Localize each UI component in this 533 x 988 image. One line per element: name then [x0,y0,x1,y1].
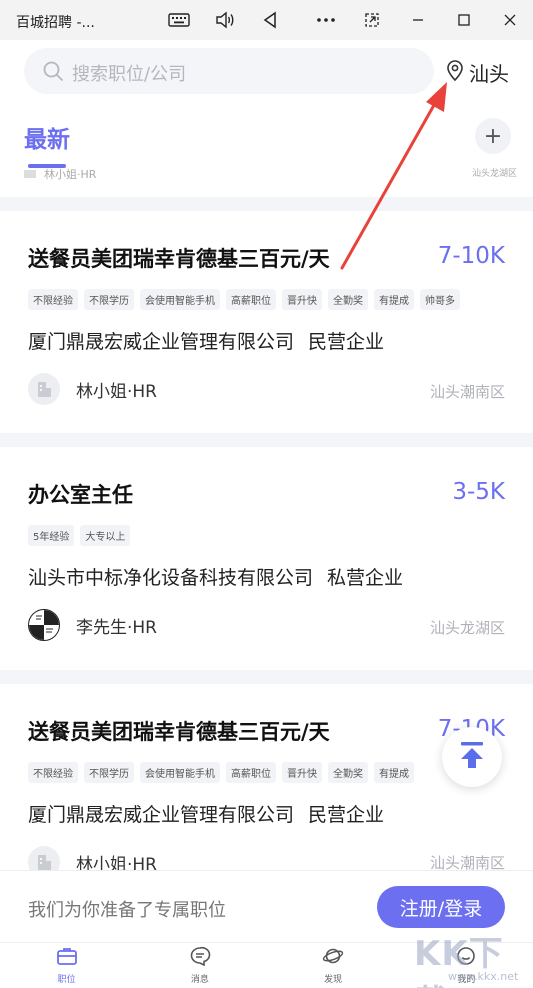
location-selector[interactable]: 汕头 [445,58,509,87]
job-title: 办公室主任 [28,483,133,507]
job-tag: 会使用智能手机 [140,289,220,310]
job-tag: 不限经验 [28,762,78,783]
avatar [28,609,60,641]
minimize-icon[interactable] [403,6,433,34]
company-line: 厦门鼎晟宏威企业管理有限公司 民营企业 [28,327,384,354]
job-tag: 会使用智能手机 [140,762,220,783]
window-titlebar: 百城招聘 -... [0,0,533,40]
tab-latest[interactable]: 最新 [24,120,70,154]
search-icon [42,60,64,86]
card-divider [0,433,533,447]
arrow-up-to-top-icon [459,741,485,773]
job-tag: 不限学历 [84,762,134,783]
job-salary: 7-10K [437,243,505,269]
avatar [24,170,36,178]
job-card[interactable]: 送餐员美团瑞幸肯德基三百元/天 7-10K 不限经验 不限学历 会使用智能手机 … [0,211,533,433]
more-dots-icon[interactable] [311,6,341,34]
job-tag: 大专以上 [80,525,131,546]
location-label: 汕头 [469,62,509,86]
recruiter-row: 林小姐·HR [28,373,157,405]
peek-recruiter-name: 林小姐·HR [44,168,97,181]
job-tag: 帅哥多 [420,289,460,310]
keyboard-icon[interactable] [164,6,194,34]
company-name: 厦门鼎晟宏威企业管理有限公司 [28,331,295,353]
search-input[interactable]: 搜索职位/公司 [24,48,434,94]
peek-area: 汕头龙湖区 [472,169,518,179]
company-name: 厦门鼎晟宏威企业管理有限公司 [28,804,295,826]
peek-recruiter: 林小姐·HR [24,166,96,182]
job-tag: 晋升快 [282,762,322,783]
tab-messages[interactable]: 消息 [133,943,266,988]
tab-discover[interactable]: 发现 [267,943,400,988]
tab-jobs[interactable]: 职位 [0,943,133,988]
recruiter-name: 林小姐·HR [76,854,157,871]
job-tag: 全勤奖 [328,289,368,310]
job-tag: 不限经验 [28,289,78,310]
job-card[interactable]: 办公室主任 3-5K 5年经验 大专以上 汕头市中标净化设备科技有限公司 私营企业… [0,447,533,670]
job-salary: 3-5K [452,479,505,505]
recruiter-name: 李先生·HR [76,617,157,638]
briefcase-icon [56,946,78,970]
company-type: 民营企业 [308,331,385,353]
snap-icon[interactable] [357,6,387,34]
recruiter-name: 林小姐·HR [76,381,157,402]
job-tag: 5年经验 [28,525,75,546]
tab-label: 消息 [190,975,209,985]
job-tag: 全勤奖 [328,762,368,783]
company-type: 私营企业 [327,567,404,589]
card-divider [0,670,533,684]
annotation-arrow-head [426,82,447,112]
register-login-button[interactable]: 注册/登录 [377,886,505,928]
company-type: 民营企业 [308,804,385,826]
back-triangle-icon[interactable] [255,6,285,34]
job-title: 送餐员美团瑞幸肯德基三百元/天 [28,247,330,271]
company-line: 厦门鼎晟宏威企业管理有限公司 民营企业 [28,800,384,827]
recruiter-row: 李先生·HR [28,609,157,641]
location-pin-icon [445,59,465,86]
add-tab-button[interactable]: + [475,118,511,154]
job-tag: 有提成 [374,289,414,310]
company-name: 汕头市中标净化设备科技有限公司 [28,567,314,589]
search-placeholder: 搜索职位/公司 [72,64,187,85]
job-tags: 不限经验 不限学历 会使用智能手机 高薪职位 晋升快 全勤奖 有提成 [28,762,414,783]
window-title: 百城招聘 -... [16,15,95,31]
recruiter-row: 林小姐·HR [28,846,157,870]
job-area: 汕头潮南区 [429,383,505,401]
register-prompt: 我们为你准备了专属职位 [28,900,226,921]
avatar [28,846,60,870]
job-tag: 有提成 [374,762,414,783]
avatar [28,373,60,405]
maximize-icon[interactable] [449,6,479,34]
job-tag: 高薪职位 [226,762,276,783]
job-tags: 5年经验 大专以上 [28,525,131,546]
tab-label: 发现 [324,975,343,985]
company-line: 汕头市中标净化设备科技有限公司 私营企业 [28,563,403,590]
volume-icon[interactable] [210,6,240,34]
job-tags: 不限经验 不限学历 会使用智能手机 高薪职位 晋升快 全勤奖 有提成 帅哥多 [28,289,460,310]
back-to-top-button[interactable] [442,727,502,787]
job-title: 送餐员美团瑞幸肯德基三百元/天 [28,720,330,744]
planet-icon [322,946,344,970]
job-area: 汕头龙湖区 [429,619,505,637]
card-divider [0,197,533,211]
message-icon [189,946,211,970]
close-icon[interactable] [495,6,525,34]
job-area: 汕头潮南区 [429,854,505,870]
job-tag: 晋升快 [282,289,322,310]
job-tag: 高薪职位 [226,289,276,310]
tab-label: 职位 [57,975,76,985]
watermark-url: www.kkx.net [448,970,519,983]
job-tag: 不限学历 [84,289,134,310]
